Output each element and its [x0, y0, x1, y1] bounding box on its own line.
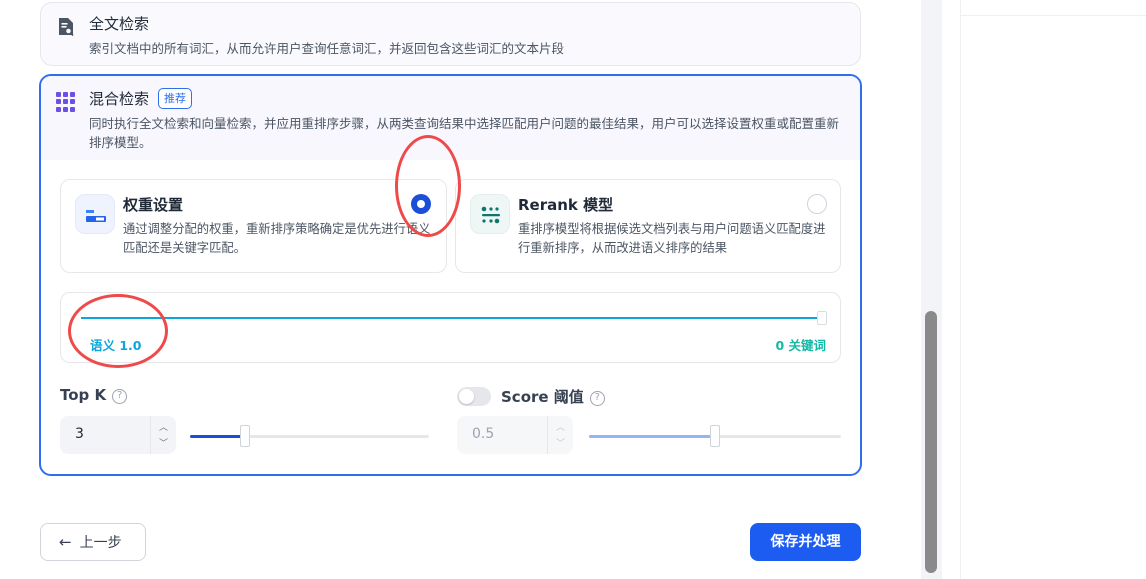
top-k-value[interactable]: 3 [75, 426, 84, 442]
annotation-ellipse [395, 135, 461, 237]
previous-step-label: 上一步 [79, 535, 122, 551]
chevron-up-icon[interactable]: ︿ [556, 420, 565, 433]
right-panel [960, 0, 1146, 579]
hybrid-header: 混合检索 推荐 同时执行全文检索和向量检索，并应用重排序步骤，从两类查询结果中选… [41, 76, 860, 160]
recommended-badge: 推荐 [158, 88, 192, 109]
score-slider-fill [589, 435, 715, 438]
document-search-icon [59, 18, 74, 37]
scrollbar-thumb[interactable] [925, 311, 937, 573]
hybrid-description: 同时执行全文检索和向量检索，并应用重排序步骤，从两类查询结果中选择匹配用户问题的… [89, 116, 840, 150]
hybrid-search-option[interactable]: 混合检索 推荐 同时执行全文检索和向量检索，并应用重排序步骤，从两类查询结果中选… [39, 74, 862, 476]
keyword-weight-label: 0 关键词 [775, 338, 826, 353]
weight-slider-panel: 语义 1.0 0 关键词 [60, 292, 841, 363]
top-k-slider[interactable] [190, 425, 429, 447]
top-k-stepper[interactable]: 3 ︿ ﹀ [60, 416, 176, 454]
weight-setting-option[interactable]: 权重设置 通过调整分配的权重，重新排序策略确定是优先进行语义匹配还是关键字匹配。 [60, 179, 447, 273]
annotation-ellipse [68, 294, 168, 368]
fulltext-search-option[interactable]: 全文检索 索引文档中的所有词汇，从而允许用户查询任意词汇，并返回包含这些词汇的文… [40, 2, 861, 66]
arrow-left-icon: ← [59, 533, 72, 551]
weight-icon [75, 194, 115, 234]
rerank-model-radio[interactable] [807, 194, 827, 214]
score-threshold-slider[interactable] [589, 425, 841, 447]
score-label-row: Score 阈值? [501, 386, 605, 407]
score-threshold-label: Score 阈值 [501, 388, 584, 406]
previous-step-button[interactable]: ← 上一步 [40, 523, 146, 561]
score-threshold-stepper[interactable]: 0.5 ︿ ﹀ [457, 416, 573, 454]
fulltext-title: 全文检索 [89, 15, 150, 33]
chevron-down-icon[interactable]: ﹀ [556, 436, 565, 449]
grid-dots-icon [56, 92, 76, 112]
score-threshold-toggle[interactable] [457, 387, 491, 406]
rerank-model-description: 重排序模型将根据候选文档列表与用户问题语义匹配度进行重新排序，从而改进语义排序的… [518, 222, 826, 255]
chevron-down-icon[interactable]: ﹀ [159, 436, 168, 449]
score-threshold-value[interactable]: 0.5 [472, 426, 494, 442]
score-slider-handle[interactable] [710, 425, 720, 447]
top-k-label: Top K [60, 386, 107, 404]
weight-slider-handle[interactable] [817, 311, 827, 325]
top-k-label-row: Top K? [60, 386, 128, 404]
rerank-model-option[interactable]: Rerank 模型 重排序模型将根据候选文档列表与用户问题语义匹配度进行重新排序… [455, 179, 841, 273]
save-and-process-button[interactable]: 保存并处理 [750, 523, 861, 561]
rerank-model-title: Rerank 模型 [518, 196, 614, 214]
weight-setting-title: 权重设置 [123, 196, 184, 214]
fulltext-description: 索引文档中的所有词汇，从而允许用户查询任意词汇，并返回包含这些词汇的文本片段 [89, 41, 565, 56]
weight-slider-track[interactable] [81, 317, 821, 319]
help-icon[interactable]: ? [112, 389, 128, 404]
chevron-up-icon[interactable]: ︿ [159, 420, 168, 433]
rerank-icon [470, 194, 510, 234]
top-k-stepper-controls: ︿ ﹀ [150, 416, 176, 454]
score-stepper-controls: ︿ ﹀ [547, 416, 573, 454]
weight-setting-description: 通过调整分配的权重，重新排序策略确定是优先进行语义匹配还是关键字匹配。 [123, 222, 431, 255]
help-icon[interactable]: ? [589, 391, 605, 406]
hybrid-title: 混合检索 [89, 90, 150, 108]
top-k-slider-fill [190, 435, 245, 438]
top-k-slider-handle[interactable] [239, 425, 250, 447]
right-panel-divider [961, 15, 1146, 16]
